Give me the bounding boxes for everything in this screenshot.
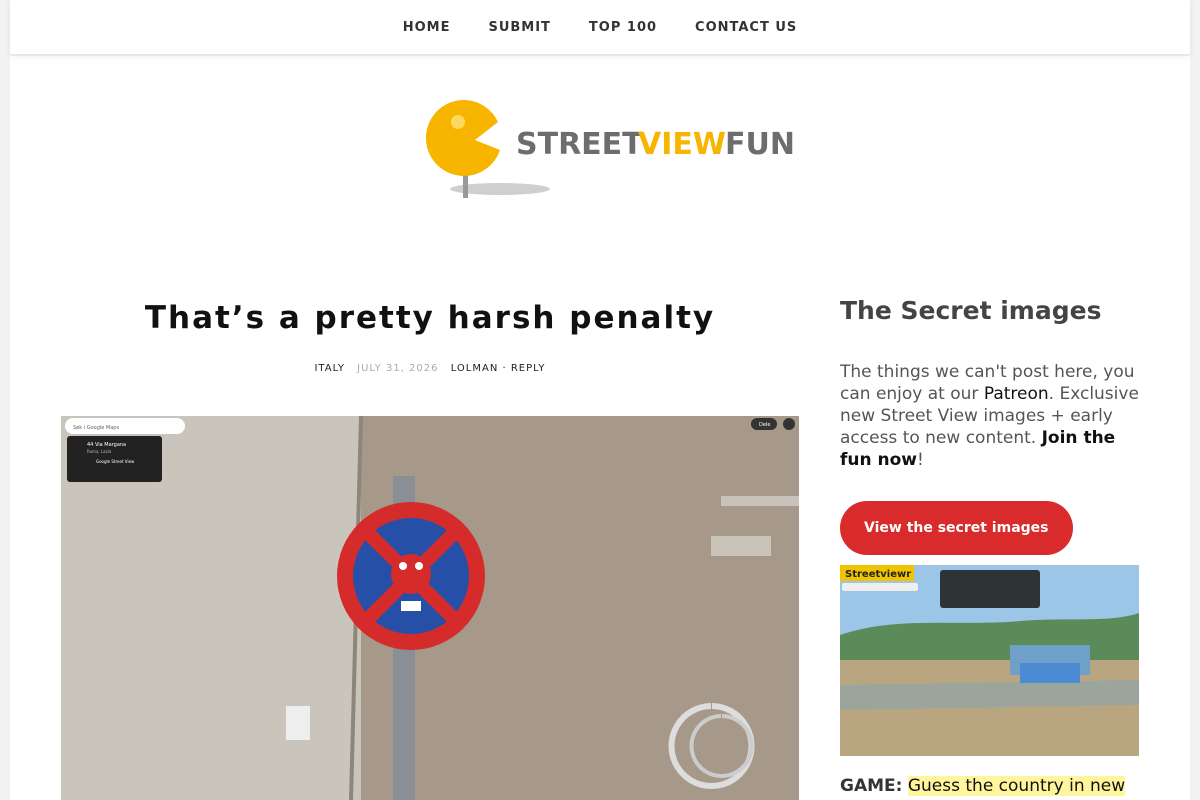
beach-photo: Streetviewr <box>840 565 1139 756</box>
logo-text-street: STREET <box>516 127 643 162</box>
logo-text-fun: FUN <box>725 127 795 162</box>
sidebar-description: The things we can't post here, you can e… <box>840 361 1140 471</box>
svg-text:Google Street View: Google Street View <box>96 459 135 464</box>
post-meta: ITALY JULY 31, 2026 LOLMAN · REPLY <box>60 363 800 374</box>
svg-text:Søk i Google Maps: Søk i Google Maps <box>73 425 119 431</box>
streetviewr-thumbnail[interactable]: Streetviewr <box>840 565 1139 756</box>
page-content: STREET VIEW FUN That’s a pretty harsh pe… <box>10 56 1190 800</box>
pacman-pin-icon: STREET VIEW FUN <box>425 99 795 198</box>
main-nav: HOME SUBMIT TOP 100 CONTACT US <box>384 20 817 35</box>
site-logo[interactable]: STREET VIEW FUN <box>420 96 800 206</box>
logo-text-view: VIEW <box>638 127 726 162</box>
svg-text:Roma, Lazio: Roma, Lazio <box>87 449 112 454</box>
exclamation: ! <box>917 450 924 470</box>
street-sign-photo: Søk i Google Maps 44 Via Margana Roma, L… <box>61 416 799 800</box>
top-navigation-bar: HOME SUBMIT TOP 100 CONTACT US <box>10 0 1190 54</box>
nav-submit[interactable]: SUBMIT <box>469 20 569 35</box>
svg-text:Streetviewr: Streetviewr <box>845 569 911 580</box>
nav-home[interactable]: HOME <box>384 20 470 35</box>
game-link[interactable]: Guess the country in new <box>907 776 1126 796</box>
post-date: JULY 31, 2026 <box>357 363 439 374</box>
game-label: GAME: <box>840 776 903 796</box>
post-image[interactable]: Søk i Google Maps 44 Via Margana Roma, L… <box>61 416 799 800</box>
patreon-link[interactable]: Patreon <box>984 384 1049 404</box>
view-secret-images-button[interactable]: View the secret images <box>840 501 1073 555</box>
meta-separator: · <box>502 363 507 374</box>
nav-contact-us[interactable]: CONTACT US <box>676 20 816 35</box>
nav-top-100[interactable]: TOP 100 <box>570 20 676 35</box>
post-author[interactable]: LOLMAN <box>451 363 499 374</box>
post-author-reply: LOLMAN · REPLY <box>451 363 546 374</box>
svg-text:Dele: Dele <box>759 422 770 428</box>
sidebar-title: The Secret images <box>840 296 1102 325</box>
svg-text:44 Via Margana: 44 Via Margana <box>87 442 126 448</box>
post-category[interactable]: ITALY <box>314 363 344 374</box>
reply-link[interactable]: REPLY <box>511 363 546 374</box>
sidebar: The Secret images The things we can't po… <box>840 296 1140 555</box>
post-title[interactable]: That’s a pretty harsh penalty <box>60 300 800 336</box>
game-teaser: GAME: Guess the country in new <box>840 776 1140 796</box>
